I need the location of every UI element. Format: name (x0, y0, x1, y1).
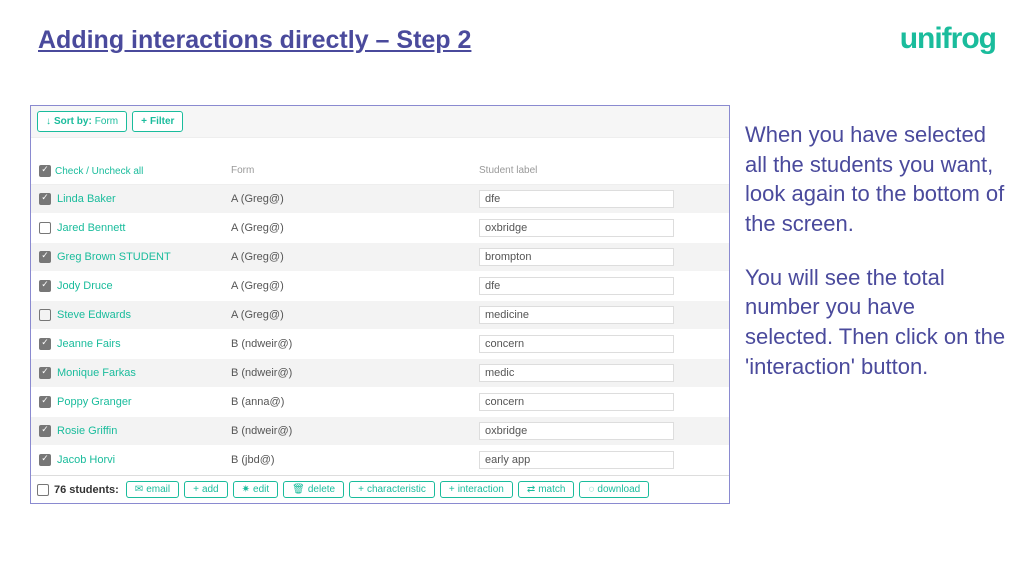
brand-logo: unifrog (900, 22, 996, 56)
student-label-input[interactable] (479, 219, 674, 237)
row-checkbox[interactable] (39, 222, 51, 234)
column-label: Student label (479, 165, 721, 177)
student-label-input[interactable] (479, 190, 674, 208)
table-header: Check / Uncheck all Form Student label (31, 138, 729, 185)
student-name[interactable]: Jared Bennett (57, 222, 126, 234)
student-form: A (Greg@) (231, 193, 479, 205)
student-label-input[interactable] (479, 248, 674, 266)
row-checkbox[interactable] (39, 251, 51, 263)
student-form: A (Greg@) (231, 309, 479, 321)
student-name[interactable]: Monique Farkas (57, 367, 136, 379)
student-form: B (ndweir@) (231, 338, 479, 350)
student-form: A (Greg@) (231, 222, 479, 234)
table-body: Linda Baker A (Greg@) Jared Bennett A (Greg… (31, 185, 729, 475)
page-title: Adding interactions directly – Step 2 (38, 26, 471, 55)
table-row: Rosie Griffin B (ndweir@) (31, 417, 729, 446)
student-name[interactable]: Steve Edwards (57, 309, 131, 321)
student-label-input[interactable] (479, 451, 674, 469)
filter-label: Filter (150, 116, 174, 127)
student-label-input[interactable] (479, 335, 674, 353)
student-name[interactable]: Jeanne Fairs (57, 338, 121, 350)
row-checkbox[interactable] (39, 367, 51, 379)
toolbar: ↓ Sort by: Form + Filter (31, 106, 729, 138)
plus-icon: + (449, 484, 455, 495)
interaction-button[interactable]: +interaction (440, 481, 513, 498)
student-label-input[interactable] (479, 277, 674, 295)
check-uncheck-all[interactable]: Check / Uncheck all (39, 165, 143, 177)
row-checkbox[interactable] (39, 454, 51, 466)
filter-button[interactable]: + Filter (132, 111, 183, 132)
plus-icon: + (358, 484, 364, 495)
table-row: Poppy Granger B (anna@) (31, 388, 729, 417)
student-label-input[interactable] (479, 306, 674, 324)
row-checkbox[interactable] (39, 338, 51, 350)
table-row: Jeanne Fairs B (ndweir@) (31, 330, 729, 359)
student-name[interactable]: Jody Druce (57, 280, 113, 292)
characteristic-button[interactable]: +characteristic (349, 481, 435, 498)
table-row: Jacob Horvi B (jbd@) (31, 446, 729, 475)
row-checkbox[interactable] (39, 309, 51, 321)
student-form: B (ndweir@) (231, 367, 479, 379)
footer-count: 76 students: (37, 484, 119, 496)
delete-button[interactable]: 🗑delete (283, 481, 344, 498)
student-form: A (Greg@) (231, 280, 479, 292)
student-name[interactable]: Rosie Griffin (57, 425, 117, 437)
star-icon: ✷ (242, 484, 250, 495)
row-checkbox[interactable] (39, 425, 51, 437)
student-form: B (jbd@) (231, 454, 479, 466)
download-icon: ◌ (588, 484, 594, 495)
trash-icon: 🗑 (292, 484, 305, 495)
student-panel: ↓ Sort by: Form + Filter Check / Uncheck… (30, 105, 730, 504)
row-checkbox[interactable] (39, 193, 51, 205)
match-button[interactable]: ⇄match (518, 481, 575, 498)
add-button[interactable]: +add (184, 481, 228, 498)
plus-icon: + (193, 484, 199, 495)
footer-bar: 76 students: ✉email +add ✷edit 🗑delete +… (31, 475, 729, 503)
sort-button[interactable]: ↓ Sort by: Form (37, 111, 127, 132)
student-name[interactable]: Linda Baker (57, 193, 116, 205)
student-form: A (Greg@) (231, 251, 479, 263)
shuffle-icon: ⇄ (527, 484, 535, 495)
student-label-input[interactable] (479, 393, 674, 411)
row-checkbox[interactable] (39, 280, 51, 292)
download-button[interactable]: ◌download (579, 481, 649, 498)
footer-checkbox[interactable] (37, 484, 49, 496)
table-row: Steve Edwards A (Greg@) (31, 301, 729, 330)
instruction-p1: When you have selected all the students … (745, 120, 1006, 239)
table-row: Monique Farkas B (ndweir@) (31, 359, 729, 388)
plus-icon: + (141, 116, 147, 127)
table-row: Jody Druce A (Greg@) (31, 272, 729, 301)
student-name[interactable]: Jacob Horvi (57, 454, 115, 466)
table-row: Jared Bennett A (Greg@) (31, 214, 729, 243)
mail-icon: ✉ (135, 484, 143, 495)
sort-label: Sort by: (54, 116, 92, 127)
column-form: Form (231, 165, 479, 177)
table-row: Greg Brown STUDENT A (Greg@) (31, 243, 729, 272)
student-name[interactable]: Greg Brown STUDENT (57, 251, 171, 263)
student-name[interactable]: Poppy Granger (57, 396, 132, 408)
student-form: B (ndweir@) (231, 425, 479, 437)
instruction-p2: You will see the total number you have s… (745, 263, 1006, 382)
sort-value: Form (95, 116, 118, 127)
student-form: B (anna@) (231, 396, 479, 408)
check-icon (39, 165, 51, 177)
table-row: Linda Baker A (Greg@) (31, 185, 729, 214)
email-button[interactable]: ✉email (126, 481, 179, 498)
instruction-text: When you have selected all the students … (745, 120, 1006, 406)
student-label-input[interactable] (479, 364, 674, 382)
sort-icon: ↓ (46, 116, 51, 127)
student-label-input[interactable] (479, 422, 674, 440)
edit-button[interactable]: ✷edit (233, 481, 279, 498)
row-checkbox[interactable] (39, 396, 51, 408)
